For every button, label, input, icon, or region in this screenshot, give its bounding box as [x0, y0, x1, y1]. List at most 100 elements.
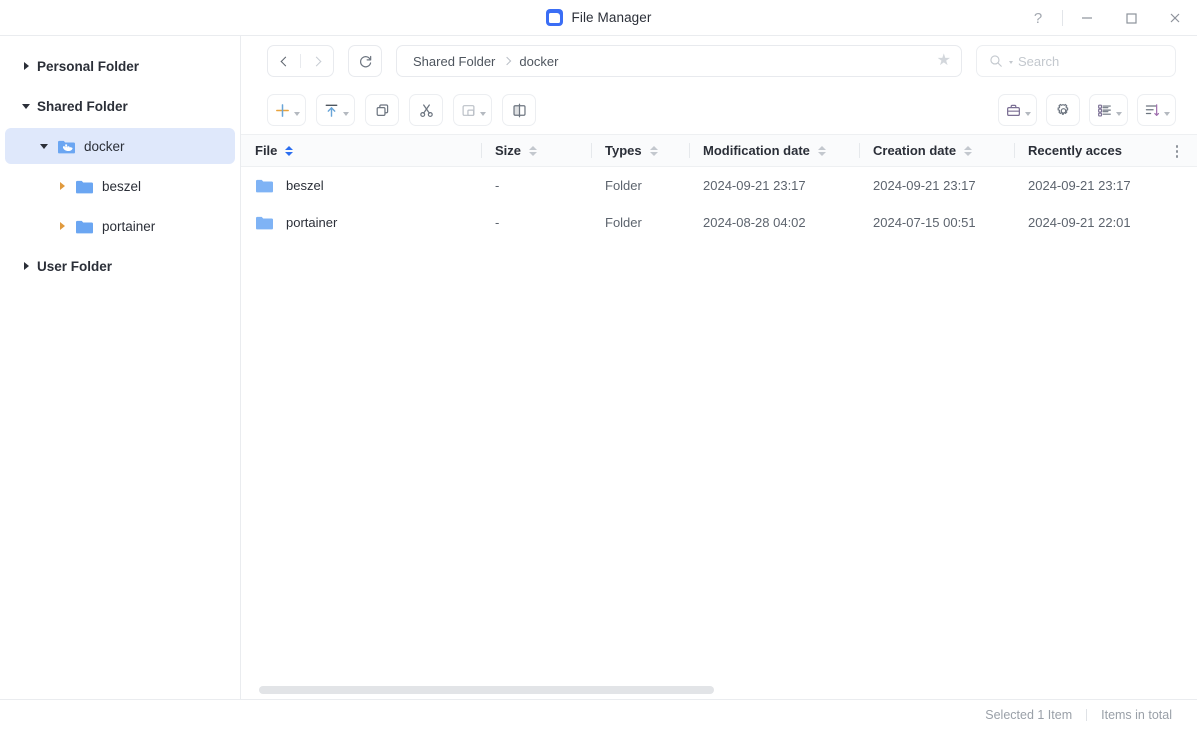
column-header-label: File: [255, 143, 278, 158]
chevron-down-icon[interactable]: [1025, 112, 1031, 116]
cell-file-name[interactable]: portainer: [241, 215, 481, 231]
column-header-size[interactable]: Size: [481, 134, 591, 167]
view-button[interactable]: [1089, 94, 1128, 126]
selected-items-label: Selected 1 Item: [985, 707, 1073, 722]
table-row[interactable]: beszel - Folder 2024-09-21 23:17 2024-09…: [241, 167, 1197, 204]
breadcrumb-item-shared-folder[interactable]: Shared Folder: [413, 54, 495, 69]
sort-button[interactable]: [1137, 94, 1176, 126]
column-header-file[interactable]: File: [241, 134, 481, 167]
cell-file-name[interactable]: beszel: [241, 178, 481, 194]
sidebar-item-docker[interactable]: docker: [5, 128, 235, 164]
sidebar-item-label: User Folder: [37, 258, 113, 274]
table-body: beszel - Folder 2024-09-21 23:17 2024-09…: [241, 167, 1197, 681]
sort-indicator-icon[interactable]: [817, 145, 826, 156]
column-divider: [859, 143, 860, 158]
chevron-right-icon[interactable]: [55, 222, 69, 230]
title-bar: File Manager ?: [0, 0, 1197, 36]
upload-icon: [325, 104, 338, 117]
folder-icon: [256, 216, 273, 229]
paste-button[interactable]: [453, 94, 492, 126]
forward-button[interactable]: [301, 46, 333, 76]
chevron-right-icon[interactable]: [19, 262, 33, 270]
sidebar-item-shared-folder[interactable]: Shared Folder: [5, 88, 235, 124]
scrollbar-thumb[interactable]: [259, 686, 715, 694]
maximize-button[interactable]: [1109, 0, 1153, 36]
cut-button[interactable]: [409, 94, 443, 126]
scissors-icon: [419, 103, 433, 117]
horizontal-scrollbar[interactable]: [241, 681, 1197, 699]
chevron-down-icon[interactable]: [19, 103, 33, 109]
navigation-bar: Shared Folder docker ★ Search: [241, 36, 1197, 86]
sidebar-item-beszel[interactable]: beszel: [5, 168, 235, 204]
sort-icon: [1145, 103, 1160, 116]
chevron-down-icon[interactable]: [343, 112, 349, 116]
cell-modification-date: 2024-08-28 04:02: [703, 215, 806, 230]
copy-button[interactable]: [365, 94, 399, 126]
kebab-menu-icon[interactable]: [1167, 135, 1187, 168]
column-divider: [481, 143, 482, 158]
sidebar-item-personal-folder[interactable]: Personal Folder: [5, 48, 235, 84]
sidebar-item-label: docker: [84, 138, 125, 154]
status-divider: [1086, 708, 1088, 721]
cell-creation-date: 2024-09-21 23:17: [873, 178, 976, 193]
column-header-label: Types: [605, 143, 642, 158]
search-icon: [990, 55, 1002, 67]
file-manager-window: File Manager ? Personal Folder Shared Fo…: [0, 0, 1197, 729]
chevron-down-icon[interactable]: [37, 143, 51, 149]
tools-button[interactable]: [998, 94, 1037, 126]
sort-indicator-icon[interactable]: [529, 145, 538, 156]
column-header-types[interactable]: Types: [591, 134, 689, 167]
search-scope-caret-icon[interactable]: [1009, 61, 1013, 64]
sort-indicator-icon[interactable]: [964, 145, 973, 156]
scrollbar-track[interactable]: [259, 686, 1179, 694]
question-mark-icon: ?: [1033, 9, 1043, 27]
plus-icon: [276, 103, 289, 117]
folder-icon: [75, 179, 93, 194]
chevron-right-icon[interactable]: [55, 182, 69, 190]
file-name-label: portainer: [286, 215, 338, 230]
file-name-label: beszel: [286, 178, 324, 193]
search-box[interactable]: Search: [976, 45, 1176, 77]
compare-button[interactable]: [502, 94, 536, 126]
breadcrumb[interactable]: Shared Folder docker ★: [396, 45, 962, 77]
folder-icon: [75, 219, 93, 234]
cell-type: Folder: [605, 178, 642, 193]
cell-modification-date: 2024-09-21 23:17: [703, 178, 806, 193]
chevron-right-icon[interactable]: [19, 62, 33, 70]
settings-button[interactable]: [1046, 94, 1080, 126]
column-header-label: Modification date: [703, 143, 810, 158]
column-header-creation-date[interactable]: Creation date: [859, 134, 1014, 167]
folder-app-icon: [545, 9, 563, 26]
cell-recently-accessed: 2024-09-21 22:01: [1028, 215, 1131, 230]
search-input[interactable]: Search: [1018, 54, 1059, 69]
sidebar-item-user-folder[interactable]: User Folder: [5, 248, 235, 284]
table-row[interactable]: portainer - Folder 2024-08-28 04:02 2024…: [241, 204, 1197, 241]
star-icon[interactable]: ★: [937, 53, 951, 69]
upload-button[interactable]: [316, 94, 355, 126]
back-button[interactable]: [268, 46, 300, 76]
chevron-down-icon[interactable]: [1164, 112, 1170, 116]
cell-size: -: [495, 178, 500, 193]
help-button[interactable]: ?: [1016, 0, 1060, 36]
nav-arrows-group: [267, 45, 334, 77]
column-header-recently-accessed[interactable]: Recently acces: [1014, 134, 1162, 167]
breadcrumb-item-docker[interactable]: docker: [519, 54, 558, 69]
folder-icon: [256, 179, 273, 192]
sidebar: Personal Folder Shared Folder docker bes…: [0, 36, 241, 699]
sort-indicator-icon[interactable]: [649, 145, 658, 156]
column-header-modification-date[interactable]: Modification date: [689, 134, 859, 167]
close-button[interactable]: [1153, 0, 1197, 36]
sidebar-item-portainer[interactable]: portainer: [5, 208, 235, 244]
chevron-left-icon: [280, 56, 290, 66]
refresh-button[interactable]: [348, 45, 382, 77]
sort-indicator-icon[interactable]: [285, 145, 294, 156]
new-button[interactable]: [267, 94, 306, 126]
refresh-icon: [359, 55, 371, 67]
chevron-down-icon[interactable]: [294, 112, 300, 116]
minimize-icon: [1082, 17, 1092, 19]
list-view-icon: [1098, 104, 1111, 117]
minimize-button[interactable]: [1065, 0, 1109, 36]
chevron-down-icon[interactable]: [480, 112, 486, 116]
sidebar-item-label: Personal Folder: [37, 58, 140, 74]
chevron-down-icon[interactable]: [1116, 112, 1122, 116]
